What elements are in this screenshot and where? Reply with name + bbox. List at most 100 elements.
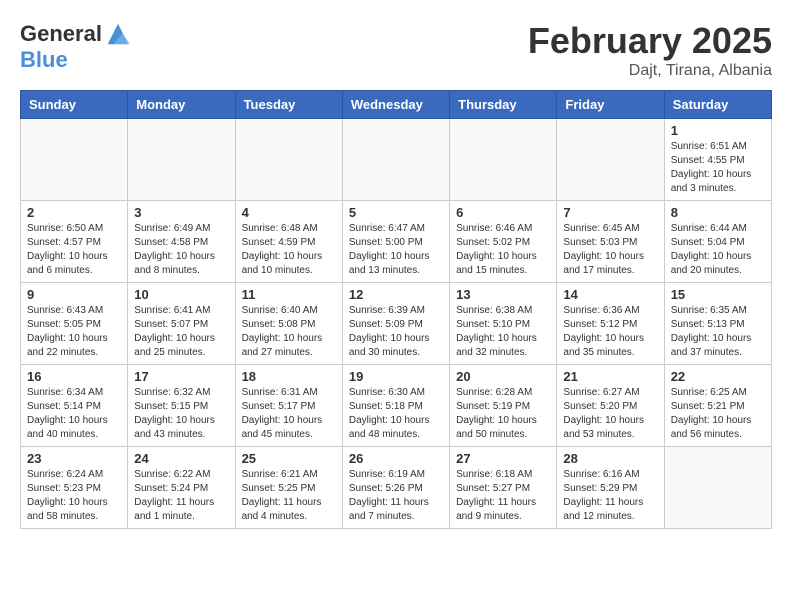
day-number: 28 — [563, 451, 657, 466]
calendar-cell — [128, 119, 235, 201]
calendar-cell: 8 Sunrise: 6:44 AM Sunset: 5:04 PM Daylig… — [664, 201, 771, 283]
day-number: 25 — [242, 451, 336, 466]
calendar-cell: 12 Sunrise: 6:39 AM Sunset: 5:09 PM Dayli… — [342, 283, 449, 365]
calendar-cell — [342, 119, 449, 201]
header-tuesday: Tuesday — [235, 91, 342, 119]
calendar-cell: 1 Sunrise: 6:51 AM Sunset: 4:55 PM Daylig… — [664, 119, 771, 201]
day-number: 3 — [134, 205, 228, 220]
day-info: Sunrise: 6:46 AM Sunset: 5:02 PM Dayligh… — [456, 222, 550, 278]
day-info: Sunrise: 6:31 AM Sunset: 5:17 PM Dayligh… — [242, 386, 336, 442]
day-info: Sunrise: 6:48 AM Sunset: 4:59 PM Dayligh… — [242, 222, 336, 278]
logo-text: General — [20, 22, 102, 46]
day-number: 8 — [671, 205, 765, 220]
calendar-week-row: 16Sunrise: 6:34 AM Sunset: 5:14 PM Dayli… — [21, 365, 772, 447]
day-number: 22 — [671, 369, 765, 384]
day-info: Sunrise: 6:25 AM Sunset: 5:21 PM Dayligh… — [671, 386, 765, 442]
day-info: Sunrise: 6:27 AM Sunset: 5:20 PM Dayligh… — [563, 386, 657, 442]
day-number: 13 — [456, 287, 550, 302]
calendar-cell: 18 Sunrise: 6:31 AM Sunset: 5:17 PM Dayli… — [235, 365, 342, 447]
day-number: 12 — [349, 287, 443, 302]
calendar-cell: 17Sunrise: 6:32 AM Sunset: 5:15 PM Dayli… — [128, 365, 235, 447]
day-info: Sunrise: 6:19 AM Sunset: 5:26 PM Dayligh… — [349, 468, 443, 524]
day-info: Sunrise: 6:51 AM Sunset: 4:55 PM Dayligh… — [671, 140, 765, 196]
calendar-cell: 26 Sunrise: 6:19 AM Sunset: 5:26 PM Dayli… — [342, 447, 449, 529]
day-number: 4 — [242, 205, 336, 220]
calendar-cell — [21, 119, 128, 201]
day-number: 24 — [134, 451, 228, 466]
day-info: Sunrise: 6:28 AM Sunset: 5:19 PM Dayligh… — [456, 386, 550, 442]
day-info: Sunrise: 6:50 AM Sunset: 4:57 PM Dayligh… — [27, 222, 121, 278]
calendar-cell: 7 Sunrise: 6:45 AM Sunset: 5:03 PM Daylig… — [557, 201, 664, 283]
day-info: Sunrise: 6:35 AM Sunset: 5:13 PM Dayligh… — [671, 304, 765, 360]
day-number: 9 — [27, 287, 121, 302]
day-info: Sunrise: 6:34 AM Sunset: 5:14 PM Dayligh… — [27, 386, 121, 442]
location-subtitle: Dajt, Tirana, Albania — [528, 62, 772, 80]
month-title: February 2025 — [528, 20, 772, 62]
calendar-cell: 24 Sunrise: 6:22 AM Sunset: 5:24 PM Dayli… — [128, 447, 235, 529]
calendar-cell: 20 Sunrise: 6:28 AM Sunset: 5:19 PM Dayli… — [450, 365, 557, 447]
calendar-week-row: 2 Sunrise: 6:50 AM Sunset: 4:57 PM Daylig… — [21, 201, 772, 283]
day-number: 20 — [456, 369, 550, 384]
day-info: Sunrise: 6:40 AM Sunset: 5:08 PM Dayligh… — [242, 304, 336, 360]
calendar-cell: 14 Sunrise: 6:36 AM Sunset: 5:12 PM Dayli… — [557, 283, 664, 365]
calendar-cell: 6 Sunrise: 6:46 AM Sunset: 5:02 PM Daylig… — [450, 201, 557, 283]
day-info: Sunrise: 6:38 AM Sunset: 5:10 PM Dayligh… — [456, 304, 550, 360]
header-monday: Monday — [128, 91, 235, 119]
page-header: General Blue February 2025 Dajt, Tirana,… — [20, 20, 772, 80]
calendar-week-row: 9Sunrise: 6:43 AM Sunset: 5:05 PM Daylig… — [21, 283, 772, 365]
day-number: 1 — [671, 123, 765, 138]
day-number: 18 — [242, 369, 336, 384]
calendar-cell: 22 Sunrise: 6:25 AM Sunset: 5:21 PM Dayli… — [664, 365, 771, 447]
day-number: 10 — [134, 287, 228, 302]
calendar-header-row: Sunday Monday Tuesday Wednesday Thursday… — [21, 91, 772, 119]
calendar-cell: 9Sunrise: 6:43 AM Sunset: 5:05 PM Daylig… — [21, 283, 128, 365]
day-number: 5 — [349, 205, 443, 220]
header-thursday: Thursday — [450, 91, 557, 119]
calendar-cell — [664, 447, 771, 529]
day-info: Sunrise: 6:49 AM Sunset: 4:58 PM Dayligh… — [134, 222, 228, 278]
day-number: 14 — [563, 287, 657, 302]
day-info: Sunrise: 6:44 AM Sunset: 5:04 PM Dayligh… — [671, 222, 765, 278]
calendar-cell: 11 Sunrise: 6:40 AM Sunset: 5:08 PM Dayli… — [235, 283, 342, 365]
calendar-cell: 19 Sunrise: 6:30 AM Sunset: 5:18 PM Dayli… — [342, 365, 449, 447]
day-number: 23 — [27, 451, 121, 466]
day-info: Sunrise: 6:39 AM Sunset: 5:09 PM Dayligh… — [349, 304, 443, 360]
calendar-cell: 5Sunrise: 6:47 AM Sunset: 5:00 PM Daylig… — [342, 201, 449, 283]
day-number: 6 — [456, 205, 550, 220]
logo-icon — [104, 20, 132, 48]
day-info: Sunrise: 6:21 AM Sunset: 5:25 PM Dayligh… — [242, 468, 336, 524]
day-number: 17 — [134, 369, 228, 384]
calendar-table: Sunday Monday Tuesday Wednesday Thursday… — [20, 90, 772, 529]
header-wednesday: Wednesday — [342, 91, 449, 119]
calendar-cell: 27 Sunrise: 6:18 AM Sunset: 5:27 PM Dayli… — [450, 447, 557, 529]
calendar-cell: 28 Sunrise: 6:16 AM Sunset: 5:29 PM Dayli… — [557, 447, 664, 529]
calendar-cell — [235, 119, 342, 201]
day-info: Sunrise: 6:22 AM Sunset: 5:24 PM Dayligh… — [134, 468, 228, 524]
day-number: 7 — [563, 205, 657, 220]
calendar-week-row: 1 Sunrise: 6:51 AM Sunset: 4:55 PM Daylig… — [21, 119, 772, 201]
calendar-cell — [557, 119, 664, 201]
day-info: Sunrise: 6:24 AM Sunset: 5:23 PM Dayligh… — [27, 468, 121, 524]
calendar-cell: 13 Sunrise: 6:38 AM Sunset: 5:10 PM Dayli… — [450, 283, 557, 365]
day-info: Sunrise: 6:18 AM Sunset: 5:27 PM Dayligh… — [456, 468, 550, 524]
logo-blue: Blue — [20, 48, 132, 72]
day-number: 15 — [671, 287, 765, 302]
calendar-cell — [450, 119, 557, 201]
day-info: Sunrise: 6:41 AM Sunset: 5:07 PM Dayligh… — [134, 304, 228, 360]
calendar-week-row: 23 Sunrise: 6:24 AM Sunset: 5:23 PM Dayli… — [21, 447, 772, 529]
day-number: 11 — [242, 287, 336, 302]
day-number: 27 — [456, 451, 550, 466]
day-number: 19 — [349, 369, 443, 384]
day-info: Sunrise: 6:30 AM Sunset: 5:18 PM Dayligh… — [349, 386, 443, 442]
day-info: Sunrise: 6:45 AM Sunset: 5:03 PM Dayligh… — [563, 222, 657, 278]
calendar-cell: 23 Sunrise: 6:24 AM Sunset: 5:23 PM Dayli… — [21, 447, 128, 529]
calendar-cell: 2 Sunrise: 6:50 AM Sunset: 4:57 PM Daylig… — [21, 201, 128, 283]
day-number: 26 — [349, 451, 443, 466]
day-info: Sunrise: 6:36 AM Sunset: 5:12 PM Dayligh… — [563, 304, 657, 360]
day-info: Sunrise: 6:16 AM Sunset: 5:29 PM Dayligh… — [563, 468, 657, 524]
calendar-cell: 25 Sunrise: 6:21 AM Sunset: 5:25 PM Dayli… — [235, 447, 342, 529]
day-number: 2 — [27, 205, 121, 220]
header-sunday: Sunday — [21, 91, 128, 119]
day-number: 21 — [563, 369, 657, 384]
calendar-cell: 4 Sunrise: 6:48 AM Sunset: 4:59 PM Daylig… — [235, 201, 342, 283]
